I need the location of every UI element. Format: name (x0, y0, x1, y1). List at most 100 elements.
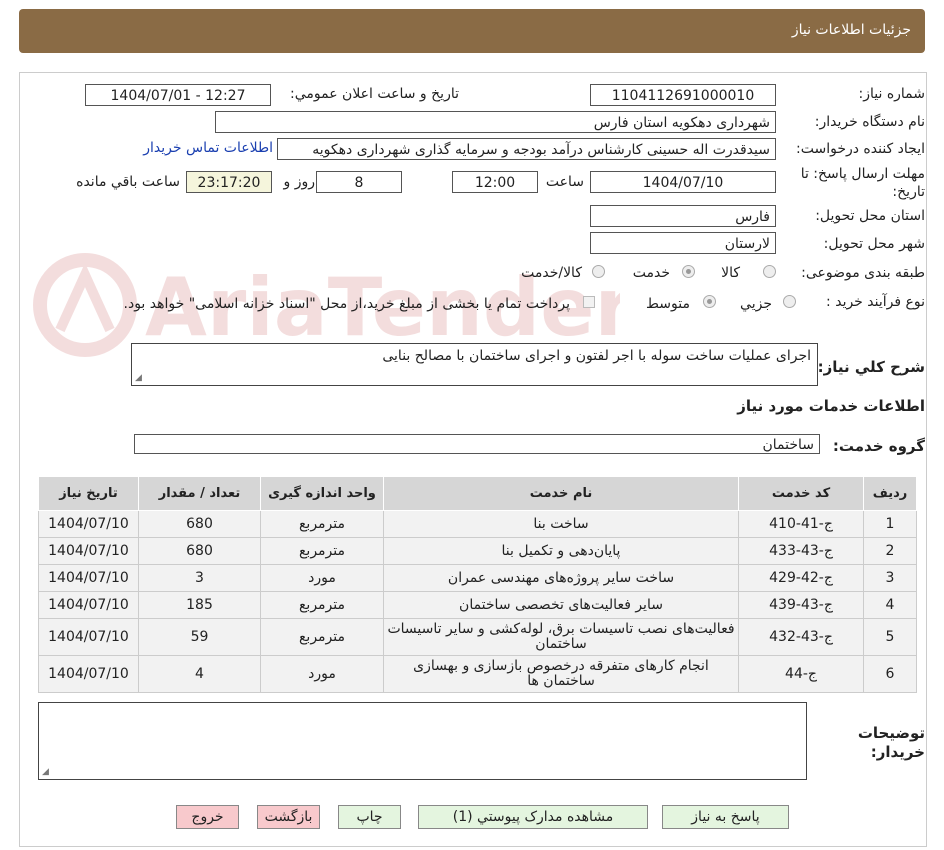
category-label: طبقه بندی موضوعی: (801, 265, 925, 281)
cell-quantity: 680 (138, 510, 261, 538)
view-attachments-button[interactable]: مشاهده مدارک پيوستي (1) (418, 805, 648, 829)
table-row: 1 ج-41-410 ساخت بنا مترمربع 680 1404/07/… (38, 510, 917, 538)
table-header-row: رديف کد خدمت نام خدمت واحد اندازه گيری ت… (38, 476, 917, 511)
deadline-date-field: 1404/07/10 (590, 171, 776, 193)
province-label: استان محل تحويل: (815, 208, 925, 224)
cell-service-name: سایر فعالیت‌های تخصصی ساختمان (383, 591, 739, 619)
cell-service-name: انجام کارهای متفرقه درخصوص بازسازی و بهس… (383, 655, 739, 693)
cell-row-number: 5 (863, 618, 917, 656)
buyer-contact-link[interactable]: اطلاعات تماس خريدار (143, 140, 273, 156)
services-table: رديف کد خدمت نام خدمت واحد اندازه گيری ت… (38, 476, 917, 693)
table-row: 2 ج-43-433 پایان‌دهی و تکمیل بنا مترمربع… (38, 537, 917, 565)
city-field: لارستان (590, 232, 776, 254)
cell-row-number: 3 (863, 564, 917, 592)
process-radio-medium[interactable] (703, 295, 716, 308)
cell-unit: مورد (260, 564, 384, 592)
cell-row-number: 2 (863, 537, 917, 565)
cell-need-date: 1404/07/10 (38, 537, 139, 565)
col-header-service-name: نام خدمت (383, 476, 739, 511)
cell-unit: مترمربع (260, 591, 384, 619)
process-option-minor: جزيي (740, 296, 772, 312)
buyer-org-field: شهرداری دهکویه استان فارس (215, 111, 776, 133)
cell-unit: مترمربع (260, 618, 384, 656)
buyer-notes-textarea: ◢ (38, 702, 807, 780)
requester-label: ايجاد کننده درخواست: (796, 141, 925, 157)
cell-row-number: 1 (863, 510, 917, 538)
cell-service-code: ج-42-429 (738, 564, 864, 592)
table-row: 4 ج-43-439 سایر فعالیت‌های تخصصی ساختمان… (38, 591, 917, 619)
col-header-service-code: کد خدمت (738, 476, 864, 511)
cell-service-code: ج-43-439 (738, 591, 864, 619)
cell-service-name: پایان‌دهی و تکمیل بنا (383, 537, 739, 565)
buyer-org-label: نام دستگاه خريدار: (814, 114, 925, 130)
resize-grip-icon[interactable]: ◢ (135, 373, 142, 383)
cell-quantity: 4 (138, 655, 261, 693)
resize-grip-icon[interactable]: ◢ (42, 767, 49, 777)
table-row: 6 ج-44 انجام کارهای متفرقه درخصوص بازساز… (38, 655, 917, 693)
announce-field: 1404/07/01 - 12:27 (85, 84, 271, 106)
cell-row-number: 6 (863, 655, 917, 693)
cell-need-date: 1404/07/10 (38, 510, 139, 538)
category-radio-service[interactable] (682, 265, 695, 278)
cell-service-name: ساخت سایر پروژه‌های مهندسی عمران (383, 564, 739, 592)
cell-service-code: ج-44 (738, 655, 864, 693)
remaining-label: ساعت باقي مانده (76, 174, 180, 190)
description-text: اجرای عملیات ساخت سوله با اجر لفتون و اج… (382, 348, 811, 364)
deadline-time-field: 12:00 (452, 171, 538, 193)
table-row: 3 ج-42-429 ساخت سایر پروژه‌های مهندسی عم… (38, 564, 917, 592)
remaining-time-field: 23:17:20 (186, 171, 272, 193)
cell-service-name: ساخت بنا (383, 510, 739, 538)
treasury-checkbox[interactable] (583, 296, 595, 308)
cell-service-code: ج-43-432 (738, 618, 864, 656)
back-button[interactable]: بازگشت (257, 805, 320, 829)
page-title: جزئیات اطلاعات نیاز (791, 22, 911, 38)
category-radio-goods[interactable] (763, 265, 776, 278)
days-label: روز و (283, 174, 316, 190)
cell-need-date: 1404/07/10 (38, 655, 139, 693)
category-option-goods: کالا (721, 265, 740, 281)
table-row: 5 ج-43-432 فعالیت‌های نصب تاسیسات برق، ل… (38, 618, 917, 656)
exit-button[interactable]: خروج (176, 805, 239, 829)
announce-label: تاریخ و ساعت اعلان عمومي: (290, 86, 459, 102)
reply-button[interactable]: پاسخ به نياز (662, 805, 789, 829)
process-option-medium: متوسط (646, 296, 690, 312)
category-option-goods-service: کالا/خدمت (521, 265, 582, 281)
category-option-service: خدمت (632, 265, 670, 281)
process-label: نوع فرآيند خريد : (826, 294, 925, 310)
requester-field: سیدقدرت اله حسینی کارشناس درآمد بودجه و … (277, 138, 776, 160)
process-radio-minor[interactable] (783, 295, 796, 308)
cell-service-code: ج-41-410 (738, 510, 864, 538)
cell-row-number: 4 (863, 591, 917, 619)
cell-need-date: 1404/07/10 (38, 591, 139, 619)
province-field: فارس (590, 205, 776, 227)
service-group-label: گروه خدمت: (832, 437, 925, 455)
cell-unit: مورد (260, 655, 384, 693)
cell-unit: مترمربع (260, 537, 384, 565)
city-label: شهر محل تحويل: (823, 236, 925, 252)
deadline-label: مهلت ارسال پاسخ: تا تاريخ: (800, 166, 925, 200)
category-radio-goods-service[interactable] (592, 265, 605, 278)
title-bar: جزئیات اطلاعات نیاز (19, 9, 925, 53)
print-button[interactable]: چاپ (338, 805, 401, 829)
time-label: ساعت (545, 174, 584, 190)
cell-service-code: ج-43-433 (738, 537, 864, 565)
need-number-label: شماره نیاز: (858, 86, 926, 102)
col-header-row-number: رديف (863, 476, 917, 511)
cell-quantity: 680 (138, 537, 261, 565)
need-number-field: 1104112691000010 (590, 84, 776, 106)
buyer-notes-label: توضيحات خريدار: (857, 724, 925, 761)
description-label: شرح کلي نياز: (817, 358, 925, 376)
cell-quantity: 59 (138, 618, 261, 656)
cell-unit: مترمربع (260, 510, 384, 538)
cell-need-date: 1404/07/10 (38, 564, 139, 592)
col-header-quantity: تعداد / مقدار (138, 476, 261, 511)
cell-service-name: فعالیت‌های نصب تاسیسات برق، لوله‌کشی و س… (383, 618, 739, 656)
col-header-unit: واحد اندازه گيری (260, 476, 384, 511)
col-header-need-date: تاريخ نياز (38, 476, 139, 511)
service-group-field: ساختمان (134, 434, 820, 454)
services-info-title: اطلاعات خدمات مورد نياز (737, 397, 925, 415)
cell-quantity: 185 (138, 591, 261, 619)
cell-quantity: 3 (138, 564, 261, 592)
cell-need-date: 1404/07/10 (38, 618, 139, 656)
description-textarea: اجرای عملیات ساخت سوله با اجر لفتون و اج… (131, 343, 818, 386)
